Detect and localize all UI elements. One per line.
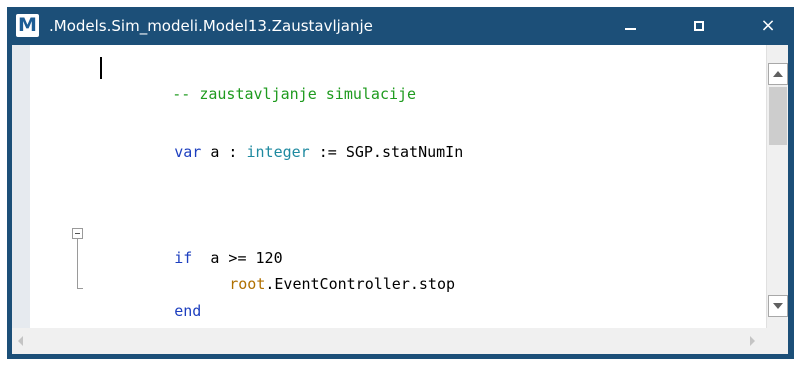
scroll-left-icon[interactable] bbox=[18, 336, 23, 346]
code-line-1: -- zaustavljanje simulacije bbox=[100, 55, 416, 103]
window-title: .Models.Sim_modeli.Model13.Zaustavljanje bbox=[49, 17, 373, 35]
app-logo-letter: M bbox=[18, 14, 37, 36]
scroll-up-button[interactable] bbox=[768, 63, 788, 85]
fold-minus bbox=[75, 233, 80, 234]
maximize-icon bbox=[694, 21, 704, 31]
code-line-2: var a : integer := SGP.statNumIn bbox=[102, 113, 463, 161]
code-line-3: if a >= 120 bbox=[102, 219, 282, 267]
title-bar[interactable]: M .Models.Sim_modeli.Model13.Zaustavljan… bbox=[7, 7, 794, 45]
minimize-icon bbox=[624, 28, 636, 30]
vertical-scroll-thumb[interactable] bbox=[769, 87, 787, 145]
arrow-up-icon bbox=[773, 71, 783, 77]
assignment-expression: := SGP.statNumIn bbox=[309, 143, 464, 161]
app-logo-icon: M bbox=[16, 14, 39, 37]
arrow-down-icon bbox=[773, 303, 783, 309]
method-call: .EventController.stop bbox=[265, 275, 456, 293]
scroll-right-icon[interactable] bbox=[750, 336, 755, 346]
type-integer: integer bbox=[246, 143, 310, 161]
gutter bbox=[12, 45, 30, 328]
horizontal-scrollbar[interactable] bbox=[12, 328, 766, 354]
variable-declaration: a : bbox=[201, 143, 247, 161]
maximize-button[interactable] bbox=[676, 7, 722, 45]
keyword-end: end bbox=[174, 302, 202, 320]
editor-window: M .Models.Sim_modeli.Model13.Zaustavljan… bbox=[7, 7, 794, 359]
code-line-5: end bbox=[102, 272, 201, 320]
fold-guide-line bbox=[77, 239, 78, 289]
fold-toggle-icon[interactable] bbox=[72, 228, 83, 239]
scrollbar-corner bbox=[766, 328, 788, 354]
root-reference: root bbox=[229, 275, 266, 293]
keyword-var: var bbox=[174, 143, 202, 161]
editor-client-area: -- zaustavljanje simulacije var a : inte… bbox=[12, 45, 788, 354]
close-button[interactable]: × bbox=[745, 7, 791, 45]
code-editor[interactable]: -- zaustavljanje simulacije var a : inte… bbox=[30, 45, 766, 328]
scroll-down-button[interactable] bbox=[768, 295, 788, 317]
close-icon: × bbox=[760, 15, 776, 36]
minimize-button[interactable] bbox=[607, 7, 653, 45]
code-comment: -- zaustavljanje simulacije bbox=[172, 85, 417, 103]
vertical-scrollbar[interactable] bbox=[766, 45, 788, 328]
fold-guide-end bbox=[77, 288, 83, 289]
code-line-4: root.EventController.stop bbox=[157, 245, 455, 293]
